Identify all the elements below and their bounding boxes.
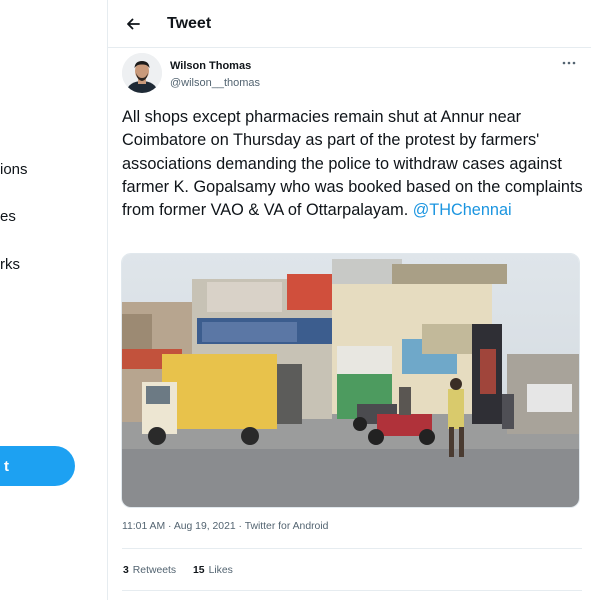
author-name[interactable]: Wilson Thomas bbox=[170, 60, 251, 72]
tweet-time[interactable]: 11:01 AM bbox=[122, 521, 165, 532]
street-photo bbox=[122, 254, 579, 507]
nav-item-notifications[interactable]: ions bbox=[0, 161, 28, 178]
tweet-text: All shops except pharmacies remain shut … bbox=[122, 106, 588, 222]
compose-tweet-label: t bbox=[4, 457, 9, 475]
right-gutter bbox=[591, 0, 600, 600]
nav-item-messages[interactable]: es bbox=[0, 208, 16, 225]
mention-link[interactable]: @THChennai bbox=[413, 201, 512, 219]
author-handle[interactable]: @wilson__thomas bbox=[170, 77, 260, 89]
divider bbox=[122, 590, 582, 591]
tweet-body: All shops except pharmacies remain shut … bbox=[122, 108, 583, 220]
avatar-photo bbox=[122, 53, 162, 93]
likes-label: Likes bbox=[208, 565, 233, 576]
tweet-detail-column: Tweet Wilson Thomas @wilson__thomas All … bbox=[107, 0, 593, 600]
page-title: Tweet bbox=[167, 14, 212, 32]
back-button[interactable] bbox=[116, 7, 150, 41]
more-options-button[interactable] bbox=[556, 55, 582, 71]
nav-item-label: rks bbox=[0, 256, 20, 273]
tweet-author: Wilson Thomas @wilson__thomas bbox=[122, 53, 582, 97]
tweet-source[interactable]: Twitter for Android bbox=[245, 521, 329, 532]
retweets-stat[interactable]: 3 Retweets bbox=[123, 565, 176, 576]
tweet-stats: 3 Retweets 15 Likes bbox=[123, 565, 233, 576]
divider bbox=[122, 548, 582, 549]
left-navigation: ions es rks t bbox=[0, 0, 108, 600]
tweet-meta: 11:01 AM · Aug 19, 2021 · Twitter for An… bbox=[122, 521, 328, 532]
likes-stat[interactable]: 15 Likes bbox=[193, 565, 233, 576]
meta-separator: · bbox=[235, 521, 245, 532]
arrow-left-icon bbox=[127, 18, 140, 29]
more-dots-icon bbox=[562, 61, 576, 65]
meta-separator: · bbox=[165, 521, 174, 532]
likes-count: 15 bbox=[193, 565, 205, 576]
retweets-count: 3 bbox=[123, 565, 129, 576]
nav-item-label: es bbox=[0, 208, 16, 225]
header-bar: Tweet bbox=[108, 0, 592, 48]
nav-item-label: ions bbox=[0, 161, 28, 178]
tweet-date[interactable]: Aug 19, 2021 bbox=[174, 521, 236, 532]
tweet-photo[interactable] bbox=[121, 253, 580, 508]
retweets-label: Retweets bbox=[132, 565, 177, 576]
nav-item-bookmarks[interactable]: rks bbox=[0, 256, 20, 273]
compose-tweet-button[interactable]: t bbox=[0, 446, 75, 486]
avatar[interactable] bbox=[122, 53, 162, 93]
